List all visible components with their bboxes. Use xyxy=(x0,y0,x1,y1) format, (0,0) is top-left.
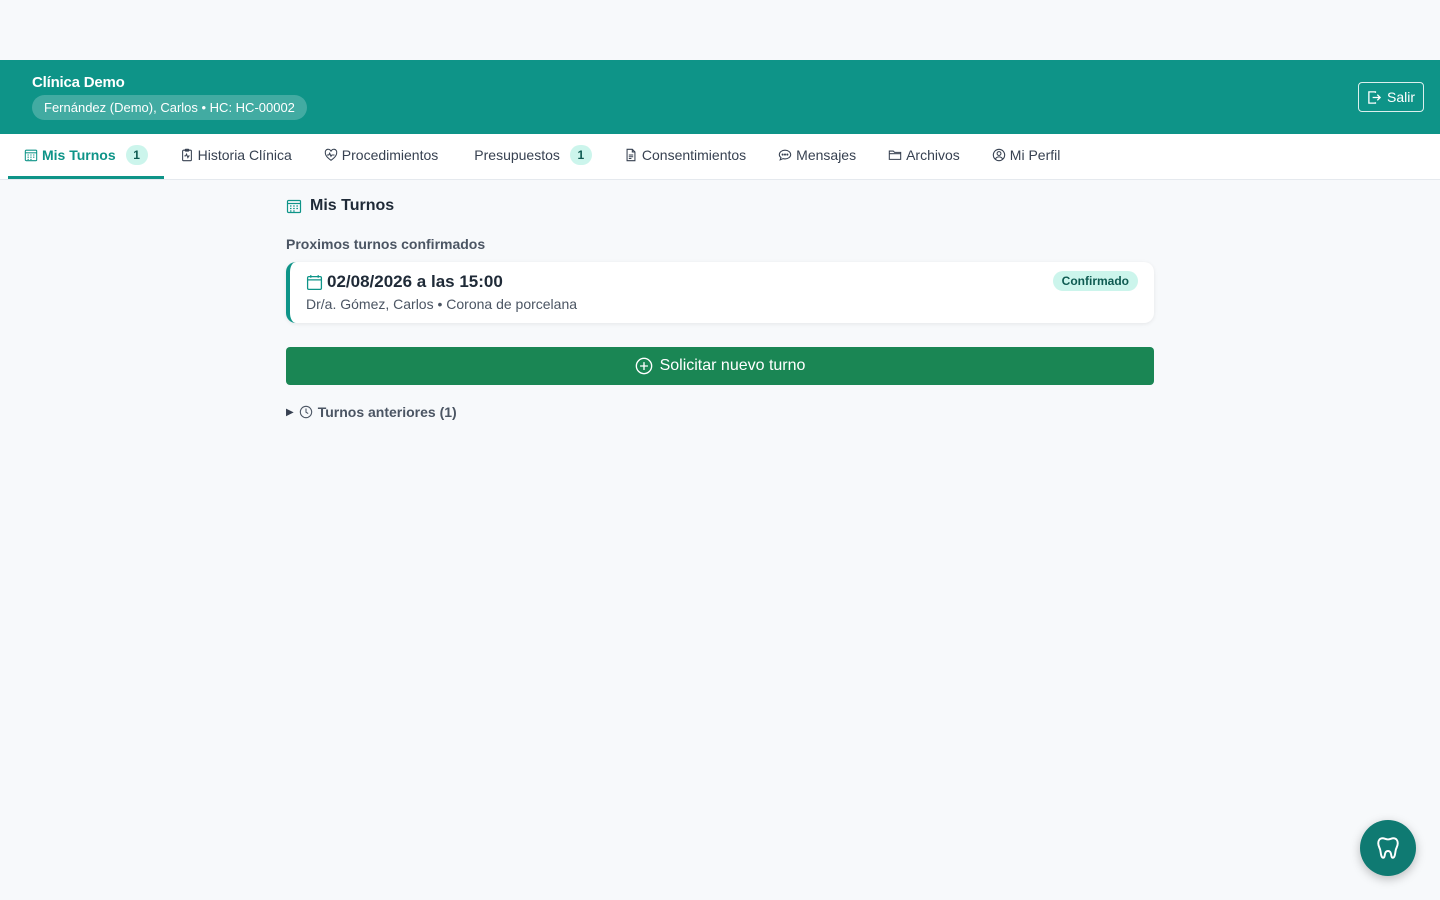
tab-procedimientos[interactable]: Procedimientos xyxy=(308,134,455,179)
calendar-grid-icon xyxy=(286,199,302,214)
tab-label: Presupuestos xyxy=(474,147,560,163)
request-appointment-button[interactable]: Solicitar nuevo turno xyxy=(286,347,1154,385)
tab-historia-clinica[interactable]: Historia Clínica xyxy=(164,134,308,179)
tab-count-badge: 1 xyxy=(125,145,148,165)
tab-label: Consentimientos xyxy=(641,147,747,163)
tab-label: Mi Perfil xyxy=(1009,147,1061,163)
tab-archivos[interactable]: Archivos xyxy=(872,134,976,179)
appointment-datetime: 02/08/2026 a las 15:00 xyxy=(306,272,1138,292)
app-header: Clínica Demo Fernández (Demo), Carlos • … xyxy=(0,60,1440,134)
logout-label: Salir xyxy=(1386,89,1415,105)
header-info: Clínica Demo Fernández (Demo), Carlos • … xyxy=(32,74,307,120)
tab-consentimientos[interactable]: Consentimientos xyxy=(608,134,762,179)
calendar-icon xyxy=(306,274,323,290)
user-circle-icon xyxy=(992,148,1005,162)
tab-label: Mensajes xyxy=(796,147,857,163)
calendar-grid-icon xyxy=(24,149,38,162)
page-title-text: Mis Turnos xyxy=(310,197,395,214)
tooth-icon xyxy=(1377,837,1399,859)
main-content: Mis Turnos Proximos turnos confirmados 0… xyxy=(286,180,1154,420)
tab-label: Procedimientos xyxy=(341,147,439,163)
tab-mis-turnos[interactable]: Mis Turnos 1 xyxy=(8,134,164,179)
tab-mensajes[interactable]: Mensajes xyxy=(762,134,872,179)
logout-button[interactable]: Salir xyxy=(1357,82,1424,112)
folder-icon xyxy=(888,150,902,160)
patient-info-pill: Fernández (Demo), Carlos • HC: HC-00002 xyxy=(32,95,307,120)
plus-circle-icon xyxy=(635,357,652,375)
clinic-name: Clínica Demo xyxy=(32,74,125,91)
past-appointments-toggle[interactable]: ▶ Turnos anteriores (1) xyxy=(286,404,1154,420)
request-appointment-label: Solicitar nuevo turno xyxy=(659,357,806,374)
heart-pulse-icon xyxy=(324,148,337,161)
document-icon xyxy=(626,148,636,162)
appointment-detail: Dr/a. Gómez, Carlos • Corona de porcelan… xyxy=(306,296,578,312)
tab-count-badge: 1 xyxy=(569,145,592,165)
tooth-assistant-button[interactable] xyxy=(1360,820,1416,876)
clipboard-pulse-icon xyxy=(181,148,192,162)
disclosure-triangle-icon: ▶ xyxy=(286,406,294,418)
tab-presupuestos[interactable]: Presupuestos 1 xyxy=(454,134,608,179)
chat-icon xyxy=(778,149,792,161)
page-title: Mis Turnos xyxy=(286,197,1154,215)
tab-label: Archivos xyxy=(906,147,960,163)
status-badge: Confirmado xyxy=(1052,271,1138,291)
logout-icon xyxy=(1368,90,1382,104)
upcoming-subheading: Proximos turnos confirmados xyxy=(286,236,486,252)
top-spacer xyxy=(0,0,1440,60)
tab-mi-perfil[interactable]: Mi Perfil xyxy=(976,134,1077,179)
clock-icon xyxy=(299,405,312,419)
tab-label: Mis Turnos xyxy=(42,147,116,163)
tab-label: Historia Clínica xyxy=(197,147,292,163)
past-appointments-label: Turnos anteriores (1) xyxy=(317,404,457,420)
appointment-card[interactable]: 02/08/2026 a las 15:00 Dr/a. Gómez, Carl… xyxy=(286,262,1154,323)
appointment-datetime-text: 02/08/2026 a las 15:00 xyxy=(327,272,503,291)
main-tabs: Mis Turnos 1 Historia Clínica Procedimie… xyxy=(0,134,1440,180)
